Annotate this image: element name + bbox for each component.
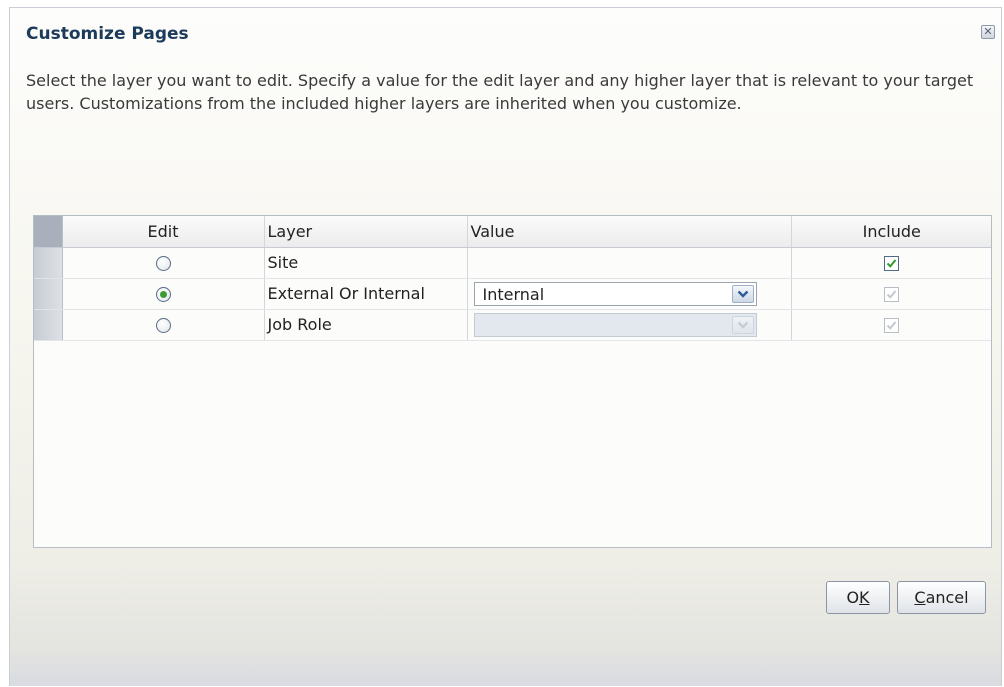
value-select[interactable]: Internal bbox=[473, 281, 757, 306]
column-header-layer[interactable]: Layer bbox=[264, 216, 468, 248]
row-header[interactable] bbox=[34, 309, 63, 341]
edit-radio[interactable] bbox=[155, 318, 171, 333]
layer-name: Job Role bbox=[264, 309, 468, 341]
edit-radio[interactable] bbox=[155, 287, 171, 302]
dialog-title: Customize Pages bbox=[26, 24, 189, 44]
table-row: Job Role bbox=[34, 309, 991, 341]
include-cell bbox=[791, 278, 991, 310]
close-icon[interactable]: ✕ bbox=[981, 25, 995, 39]
dialog-buttons: OK Cancel bbox=[819, 581, 986, 614]
value-select bbox=[473, 312, 757, 337]
column-header-include[interactable]: Include bbox=[791, 216, 991, 248]
check-icon bbox=[887, 259, 897, 268]
layer-name: External Or Internal bbox=[264, 278, 468, 310]
include-checkbox bbox=[884, 318, 900, 333]
column-header-edit[interactable]: Edit bbox=[62, 216, 265, 248]
value-cell: Internal bbox=[467, 278, 792, 310]
dialog-instructions: Select the layer you want to edit. Speci… bbox=[26, 71, 974, 113]
edit-cell bbox=[62, 247, 265, 279]
chevron-down-icon bbox=[731, 315, 754, 334]
edit-cell bbox=[62, 278, 265, 310]
include-cell bbox=[791, 247, 991, 279]
table-row: External Or Internal Internal bbox=[34, 278, 991, 310]
ok-button[interactable]: OK bbox=[826, 581, 890, 614]
layer-name: Site bbox=[264, 247, 468, 279]
value-cell bbox=[467, 309, 792, 341]
include-cell bbox=[791, 309, 991, 341]
layer-table: Edit Layer Value Include Site External Or… bbox=[33, 215, 992, 548]
check-icon bbox=[887, 321, 897, 330]
table-row: Site bbox=[34, 247, 991, 279]
cancel-button[interactable]: Cancel bbox=[897, 581, 986, 614]
edit-cell bbox=[62, 309, 265, 341]
customize-pages-dialog: Customize Pages ✕ Select the layer you w… bbox=[9, 7, 1002, 686]
include-checkbox bbox=[884, 287, 900, 302]
include-checkbox[interactable] bbox=[884, 256, 900, 271]
table-header-row: Edit Layer Value Include bbox=[34, 216, 991, 248]
edit-radio[interactable] bbox=[155, 256, 171, 271]
value-cell bbox=[467, 247, 792, 279]
row-header[interactable] bbox=[34, 247, 63, 279]
row-header[interactable] bbox=[34, 278, 63, 310]
chevron-down-icon[interactable] bbox=[731, 284, 754, 303]
check-icon bbox=[887, 290, 897, 299]
column-header-value[interactable]: Value bbox=[467, 216, 792, 248]
row-header-corner bbox=[34, 216, 63, 248]
value-select-text: Internal bbox=[482, 284, 545, 304]
